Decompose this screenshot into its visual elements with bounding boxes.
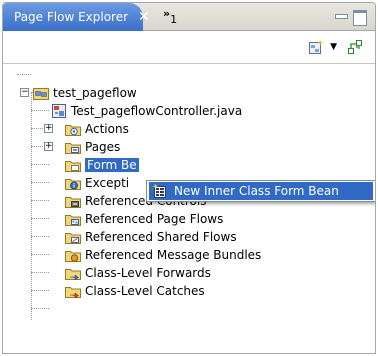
view-toolbar: ▼	[306, 36, 365, 58]
tree-connector	[31, 182, 49, 183]
tree-node-class-level-forwards[interactable]: Class-Level Forwards	[65, 264, 211, 282]
open-page-flow-button[interactable]	[345, 37, 365, 57]
tree-node-label: Actions	[85, 122, 129, 136]
tree-node-referenced-message-bundles[interactable]: Referenced Message Bundles	[65, 246, 261, 264]
tree-node-label: Test_pageflowController.java	[71, 104, 243, 118]
tree-root-node[interactable]: test_pageflow	[33, 84, 137, 102]
chevron-right-icon: »	[163, 7, 170, 20]
tree-node-label: Class-Level Catches	[85, 284, 205, 298]
page-flow-tree: − + + test_pageflow Test_pageflowControl…	[3, 63, 375, 353]
tree-node-label: Form Be	[85, 158, 139, 172]
tree-node-pages[interactable]: Pages	[65, 138, 120, 156]
tree-node-label: Referenced Shared Flows	[85, 230, 237, 244]
menu-item-new-inner-class-form-bean[interactable]: New Inner Class Form Bean	[149, 182, 373, 200]
tree-connector	[31, 92, 32, 320]
view-tab-bar: Page Flow Explorer ✕ » 1	[3, 3, 375, 31]
tree-connector	[31, 110, 49, 111]
new-form-bean-icon	[152, 183, 166, 198]
tree-node-label: Pages	[85, 140, 121, 154]
java-file-icon	[52, 104, 66, 118]
tree-node-actions[interactable]: Actions	[65, 120, 129, 138]
shared-flows-folder-icon	[65, 233, 81, 244]
tree-connector	[31, 254, 49, 255]
hidden-tab-count: 1	[170, 13, 178, 26]
tree-connector	[31, 164, 49, 165]
tree-connector	[31, 236, 49, 237]
exceptions-folder-icon	[65, 179, 81, 190]
forwards-folder-icon	[65, 269, 81, 281]
tree-node-label: Excepti	[85, 176, 130, 190]
expand-toggle-actions[interactable]: +	[44, 124, 53, 133]
tree-node-exceptions[interactable]: Excepti	[65, 174, 129, 192]
page-flow-project-icon	[33, 88, 49, 100]
page-flows-folder-icon	[65, 215, 81, 226]
menu-item-label: New Inner Class Form Bean	[174, 184, 339, 198]
page-flow-icon	[348, 40, 362, 54]
tree-connector	[31, 200, 49, 201]
expand-toggle-pages[interactable]: +	[44, 142, 53, 151]
close-icon[interactable]: ✕	[138, 9, 150, 25]
actions-folder-icon	[65, 125, 81, 136]
tree-node-label: Class-Level Forwards	[85, 266, 211, 280]
tree-connector	[31, 272, 49, 273]
tab-title: Page Flow Explorer	[14, 10, 129, 24]
dropdown-arrow-icon[interactable]: ▼	[330, 42, 337, 52]
minimize-button[interactable]	[334, 10, 348, 22]
tree-connector	[31, 290, 49, 291]
new-item-button[interactable]	[306, 37, 326, 57]
tree-node-label: Referenced Page Flows	[85, 212, 224, 226]
tab-overflow-button[interactable]: » 1	[163, 7, 177, 26]
controls-folder-icon	[65, 197, 81, 208]
tree-node-form-beans[interactable]: Form Be	[65, 156, 139, 174]
context-menu: New Inner Class Form Bean	[146, 180, 375, 202]
new-wizard-icon	[309, 40, 324, 54]
maximize-button[interactable]	[353, 10, 367, 26]
catches-folder-icon	[65, 287, 81, 299]
tree-connector	[31, 218, 49, 219]
tree-node-label: Referenced Message Bundles	[85, 248, 262, 262]
tree-node-referenced-shared-flows[interactable]: Referenced Shared Flows	[65, 228, 237, 246]
tree-connector	[31, 308, 49, 309]
tree-node-referenced-page-flows[interactable]: Referenced Page Flows	[65, 210, 223, 228]
collapse-toggle-root[interactable]: −	[20, 88, 29, 97]
form-beans-folder-icon	[65, 161, 81, 172]
tree-node-class-level-catches[interactable]: Class-Level Catches	[65, 282, 205, 300]
tree-node-controller[interactable]: Test_pageflowController.java	[51, 102, 242, 120]
page-flow-explorer-view: Page Flow Explorer ✕ » 1 ▼ − + + test_pa…	[2, 2, 376, 354]
pages-folder-icon	[65, 143, 81, 154]
tree-connector	[17, 74, 31, 75]
tree-node-label: test_pageflow	[53, 86, 137, 100]
message-bundles-folder-icon	[65, 251, 81, 262]
tab-page-flow-explorer[interactable]: Page Flow Explorer ✕	[3, 3, 150, 31]
